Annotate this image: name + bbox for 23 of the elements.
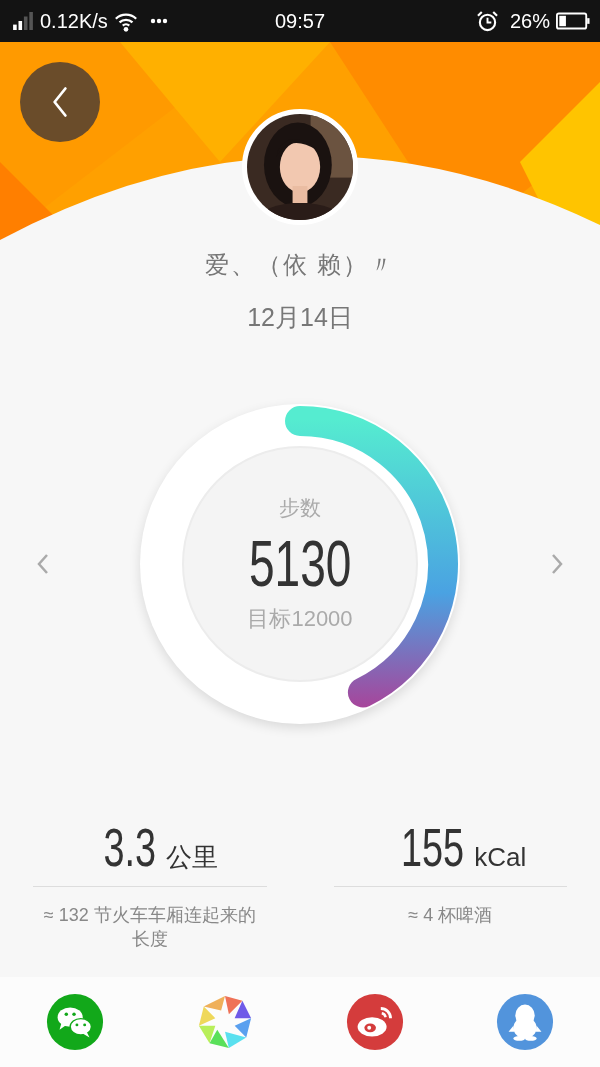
stat-unit: 公里 <box>166 841 219 874</box>
penguin-icon[interactable] <box>496 993 554 1051</box>
steps-goal: 目标12000 <box>247 605 353 633</box>
alarm-clock-icon <box>476 10 498 32</box>
network-speed: 0.12K/s <box>40 9 108 33</box>
aperture-icon[interactable] <box>196 993 254 1051</box>
stat-description: ≈ 4 杯啤酒 <box>408 904 493 927</box>
chevron-right-icon[interactable] <box>549 552 565 576</box>
more-icon <box>149 18 168 24</box>
steps-label: 步数 <box>279 495 321 521</box>
stat-value: 3.3 <box>103 816 157 878</box>
clock-time: 09:57 <box>274 9 326 33</box>
stat-value: 155 <box>401 816 465 878</box>
chat-bubbles-icon[interactable] <box>46 993 104 1051</box>
chevron-left-icon[interactable] <box>35 552 51 576</box>
stat-description: ≈ 132 节火车车厢连起来的长度 <box>42 904 257 951</box>
user-name: 爱、（依 赖）〃 <box>203 250 397 280</box>
date-label: 12月14日 <box>246 302 354 333</box>
battery-icon <box>556 12 590 30</box>
battery-percent: 26% <box>509 9 550 33</box>
stat-unit: kCal <box>474 842 527 873</box>
signal-icon <box>12 12 34 30</box>
steps-count: 5130 <box>248 532 352 596</box>
